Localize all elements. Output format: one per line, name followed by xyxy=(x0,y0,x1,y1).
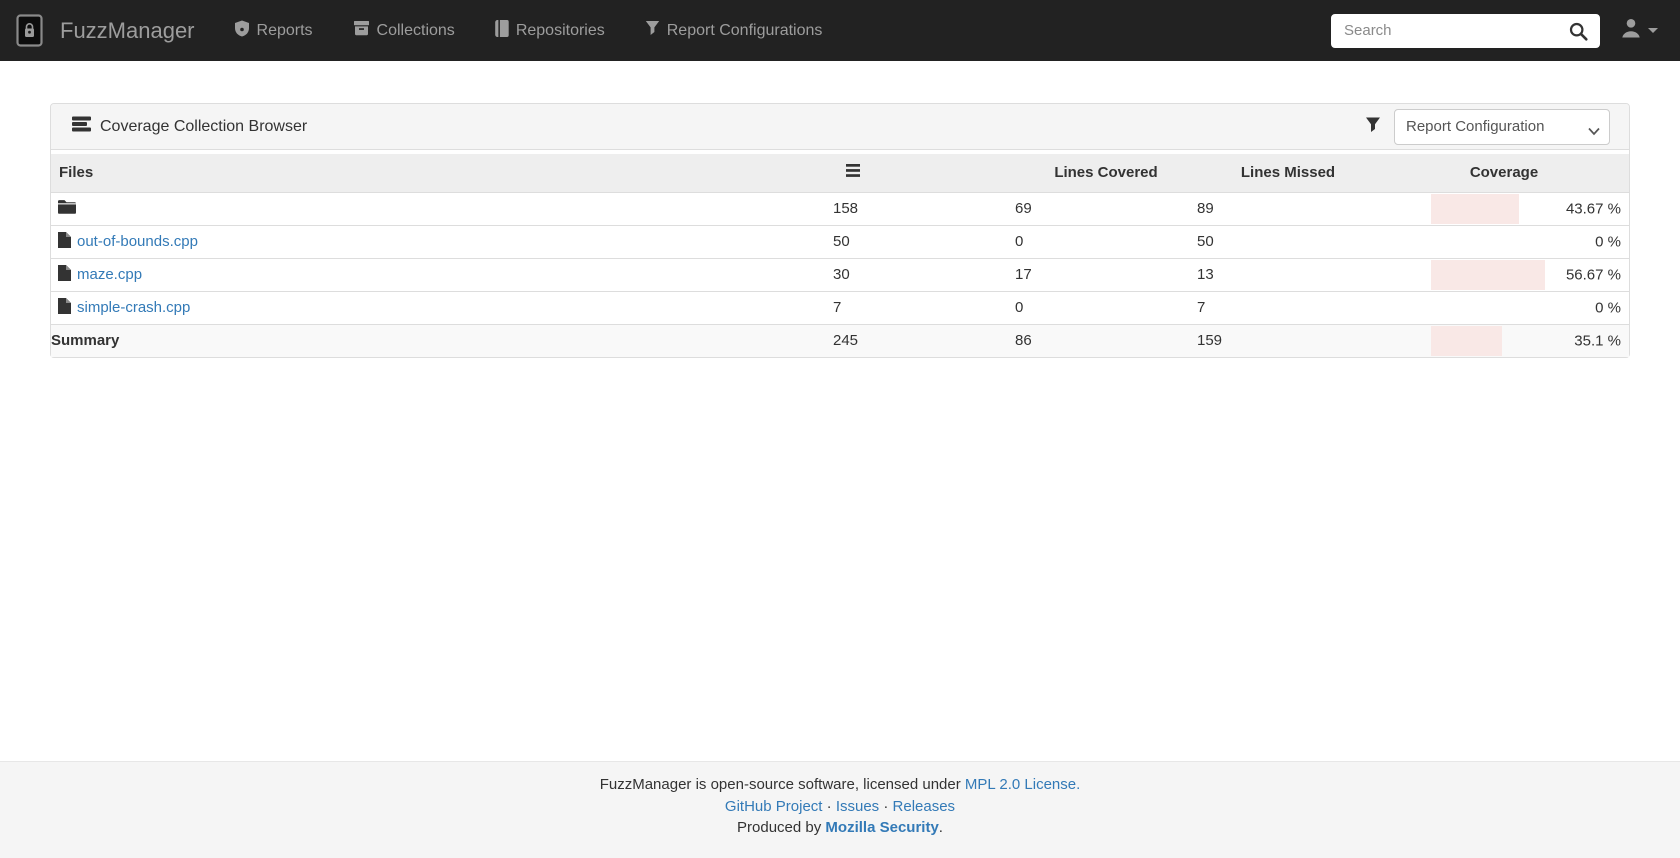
nav-item-label: Collections xyxy=(376,21,455,39)
tasks-icon xyxy=(72,116,91,137)
filter-icon xyxy=(1365,116,1381,138)
lines-covered-cell: 0 xyxy=(1015,290,1197,324)
coverage-bar xyxy=(1431,259,1546,290)
main-nav: Reports Collections Repositories Report … xyxy=(234,19,823,42)
brand-group: FuzzManager xyxy=(16,14,195,47)
coverage-percent: 0 % xyxy=(1595,233,1621,250)
nav-item-repositories[interactable]: Repositories xyxy=(495,19,605,42)
footer-produced-line: Produced by Mozilla Security. xyxy=(0,817,1680,839)
lines-covered-cell: 0 xyxy=(1015,224,1197,258)
coverage-percent: 35.1 % xyxy=(1574,332,1621,350)
reports-icon xyxy=(234,20,250,42)
fuzzmanager-logo-icon xyxy=(16,14,43,47)
nav-item-collections[interactable]: Collections xyxy=(353,20,455,42)
lines-total-cell: 245 xyxy=(833,323,1015,357)
coverage-panel: Coverage Collection Browser Report Confi… xyxy=(50,103,1630,358)
table-row: simple-crash.cpp 7 0 7 0 % xyxy=(51,290,1629,324)
coverage-bar xyxy=(1431,193,1520,224)
summary-label: Summary xyxy=(51,323,833,357)
lines-total-cell: 30 xyxy=(833,257,1015,291)
mpl-license-link[interactable]: MPL 2.0 License. xyxy=(965,776,1080,793)
summary-row: Summary 245 86 159 35.1 % xyxy=(51,323,1629,357)
coverage-bar xyxy=(1431,325,1502,356)
coverage-percent: 43.67 % xyxy=(1565,200,1621,217)
footer-license-line: FuzzManager is open-source software, lic… xyxy=(0,774,1680,796)
column-header-lines-total xyxy=(833,154,1015,192)
mozilla-security-link[interactable]: Mozilla Security xyxy=(825,819,938,836)
filter-icon xyxy=(645,20,660,41)
search-input[interactable] xyxy=(1331,13,1600,48)
github-project-link[interactable]: GitHub Project xyxy=(725,798,823,815)
chevron-down-icon xyxy=(1648,28,1658,33)
navbar-right xyxy=(1331,13,1664,48)
panel-title-label: Coverage Collection Browser xyxy=(100,117,308,135)
user-icon xyxy=(1620,17,1642,44)
table-body: 158 69 89 43.67 % out-of-bounds.cpp 50 0… xyxy=(51,191,1629,324)
file-link[interactable]: maze.cpp xyxy=(77,266,142,283)
lines-missed-cell: 13 xyxy=(1197,257,1379,291)
nav-item-label: Report Configurations xyxy=(666,21,823,39)
footer-separator: · xyxy=(826,797,832,815)
footer-separator: · xyxy=(883,797,889,815)
releases-link[interactable]: Releases xyxy=(893,798,956,815)
panel-title: Coverage Collection Browser xyxy=(72,116,307,137)
report-configuration-select-wrap: Report Configuration xyxy=(1394,108,1610,145)
folder-icon xyxy=(58,199,76,218)
lines-total-cell: 50 xyxy=(833,224,1015,258)
repositories-icon xyxy=(495,19,509,42)
lines-covered-cell: 69 xyxy=(1015,191,1197,225)
coverage-table: Files Lines Covered Lines Missed Coverag… xyxy=(51,154,1629,357)
nav-item-reports[interactable]: Reports xyxy=(234,20,313,42)
brand-title[interactable]: FuzzManager xyxy=(60,18,195,44)
nav-item-label: Repositories xyxy=(515,21,605,39)
file-link[interactable]: out-of-bounds.cpp xyxy=(77,233,198,250)
page-footer: FuzzManager is open-source software, lic… xyxy=(0,761,1680,858)
coverage-percent: 56.67 % xyxy=(1565,266,1621,283)
lines-total-cell: 158 xyxy=(833,191,1015,225)
footer-links-line: GitHub Project · Issues · Releases xyxy=(0,796,1680,818)
search-box xyxy=(1331,13,1600,48)
coverage-percent: 0 % xyxy=(1595,299,1621,316)
panel-heading-right: Report Configuration xyxy=(1365,108,1610,145)
lines-missed-cell: 7 xyxy=(1197,290,1379,324)
footer-produced-suffix: . xyxy=(938,819,943,836)
lines-missed-cell: 159 xyxy=(1197,323,1379,357)
table-header-row: Files Lines Covered Lines Missed Coverag… xyxy=(51,154,1629,192)
report-configuration-select[interactable]: Report Configuration xyxy=(1394,108,1610,145)
nav-item-label: Reports xyxy=(256,21,313,39)
table-row: 158 69 89 43.67 % xyxy=(51,191,1629,225)
file-link[interactable]: simple-crash.cpp xyxy=(77,299,190,316)
file-icon xyxy=(58,264,71,285)
lines-covered-cell: 86 xyxy=(1015,323,1197,357)
lines-covered-cell: 17 xyxy=(1015,257,1197,291)
column-header-lines-missed: Lines Missed xyxy=(1197,154,1379,192)
lines-total-cell: 7 xyxy=(833,290,1015,324)
collections-icon xyxy=(353,20,370,41)
table-row: maze.cpp 30 17 13 56.67 % xyxy=(51,257,1629,291)
column-header-lines-covered: Lines Covered xyxy=(1015,154,1197,192)
panel-heading: Coverage Collection Browser Report Confi… xyxy=(51,104,1629,150)
issues-link[interactable]: Issues xyxy=(836,798,879,815)
footer-produced-text: Produced by xyxy=(737,819,822,836)
file-icon xyxy=(58,231,71,252)
navbar: FuzzManager Reports Collections Reposito… xyxy=(0,0,1680,61)
table-row: out-of-bounds.cpp 50 0 50 0 % xyxy=(51,224,1629,258)
footer-license-text: FuzzManager is open-source software, lic… xyxy=(599,776,961,793)
column-header-files: Files xyxy=(51,154,833,192)
column-header-coverage: Coverage xyxy=(1379,154,1629,192)
lines-missed-cell: 89 xyxy=(1197,191,1379,225)
file-icon xyxy=(58,297,71,318)
user-menu[interactable] xyxy=(1620,17,1658,44)
lines-missed-cell: 50 xyxy=(1197,224,1379,258)
nav-item-report-configurations[interactable]: Report Configurations xyxy=(645,20,823,42)
lines-icon xyxy=(846,164,860,181)
